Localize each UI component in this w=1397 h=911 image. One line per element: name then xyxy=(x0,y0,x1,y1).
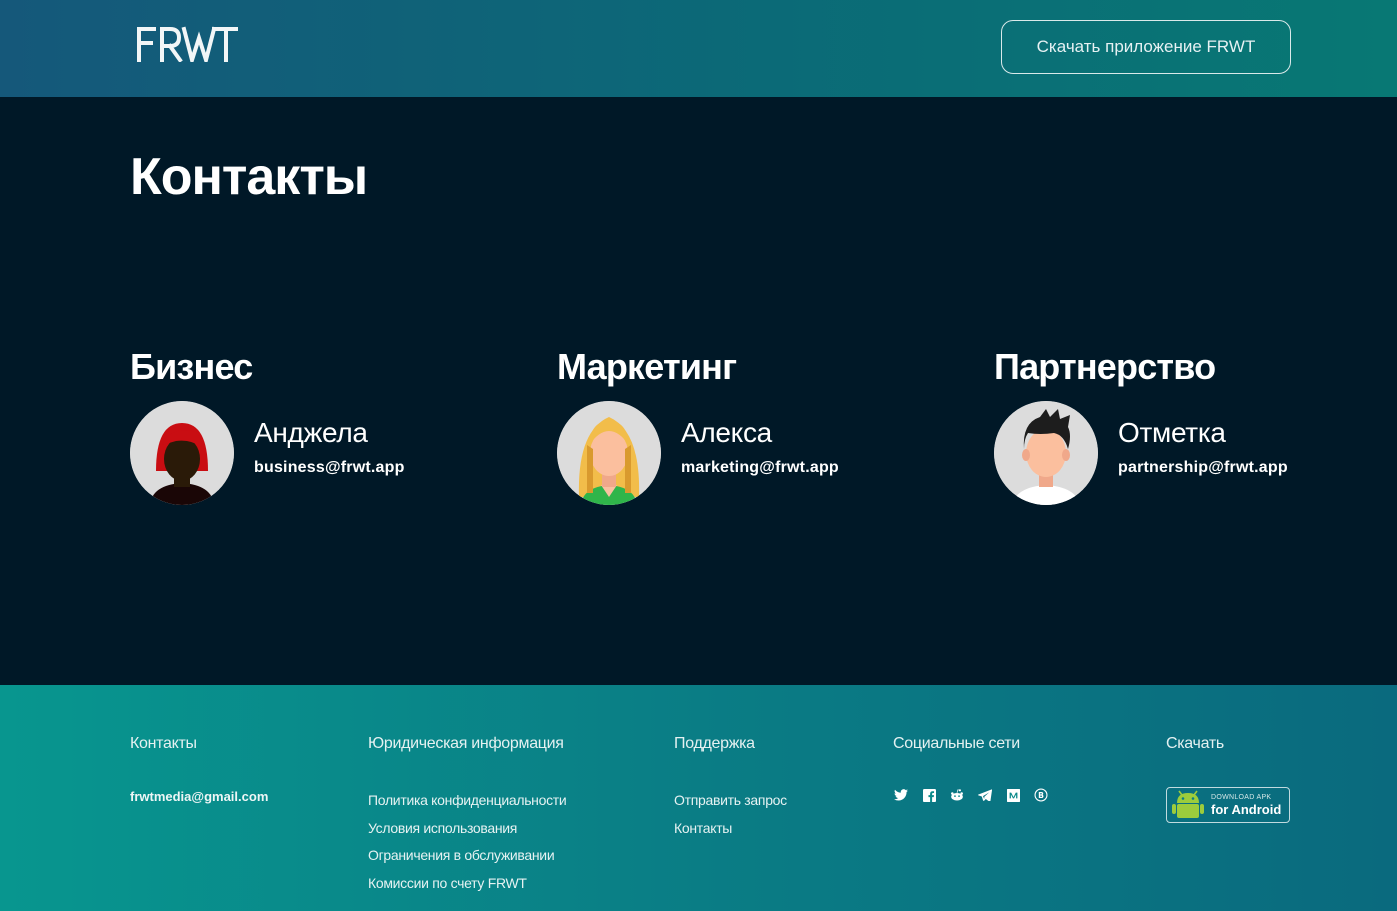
apk-big-label: for Android xyxy=(1211,802,1282,817)
woman-red-hair-avatar xyxy=(130,401,234,505)
section-title: Маркетинг xyxy=(557,346,737,387)
contact-name: Алекса xyxy=(681,417,772,448)
footer-heading: Поддержка xyxy=(674,735,755,752)
site-footer: Контакты frwtmedia@gmail.com Юридическая… xyxy=(0,685,1397,911)
page-title: Контакты xyxy=(130,148,368,206)
download-apk-button[interactable]: DOWNLOAD APK for Android xyxy=(1166,787,1290,823)
medium-icon[interactable] xyxy=(1005,787,1021,803)
facebook-icon[interactable] xyxy=(921,787,937,803)
footer-contacts-link[interactable]: Контакты xyxy=(674,815,787,843)
contact-email[interactable]: marketing@frwt.app xyxy=(681,459,839,477)
footer-legal-column: Юридическая информация Политика конфиден… xyxy=(368,735,567,898)
footer-download-column: Скачать DOWNLOAD APK for Android xyxy=(1166,735,1290,823)
download-app-button[interactable]: Скачать приложение FRWT xyxy=(1001,20,1291,74)
man-dark-hair-avatar xyxy=(994,401,1098,505)
twitter-icon[interactable] xyxy=(893,787,909,803)
footer-contacts-column: Контакты frwtmedia@gmail.com xyxy=(130,735,268,804)
android-icon xyxy=(1172,790,1204,818)
contact-name: Отметка xyxy=(1118,417,1226,448)
apk-small-label: DOWNLOAD APK xyxy=(1211,794,1272,801)
site-header: Скачать приложение FRWT xyxy=(0,0,1397,97)
frwt-logo[interactable] xyxy=(136,26,238,62)
account-fees-link[interactable]: Комиссии по счету FRWT xyxy=(368,870,566,898)
footer-social-column: Социальные сети B xyxy=(893,735,1049,803)
footer-heading: Скачать xyxy=(1166,735,1224,752)
footer-heading: Социальные сети xyxy=(893,735,1020,752)
svg-text:B: B xyxy=(1038,791,1044,800)
submit-request-link[interactable]: Отправить запрос xyxy=(674,787,787,815)
footer-heading: Юридическая информация xyxy=(368,735,564,752)
section-title: Бизнес xyxy=(130,346,253,387)
contacts-main: Контакты Бизнес Анджела business@frwt.ap… xyxy=(0,97,1397,685)
telegram-icon[interactable] xyxy=(977,787,993,803)
bitcoin-icon[interactable]: B xyxy=(1033,787,1049,803)
reddit-icon[interactable] xyxy=(949,787,965,803)
service-restrictions-link[interactable]: Ограничения в обслуживании xyxy=(368,842,566,870)
contact-card-business: Бизнес Анджела business@frwt.app xyxy=(130,346,404,505)
woman-blonde-avatar xyxy=(557,401,661,505)
contact-email[interactable]: partnership@frwt.app xyxy=(1118,459,1288,477)
footer-email-link[interactable]: frwtmedia@gmail.com xyxy=(130,789,268,804)
contact-card-marketing: Маркетинг Алекса marketing@frwt.app xyxy=(557,346,839,505)
contact-card-partnership: Партнерство Отметка partnership@frwt.app xyxy=(994,346,1288,505)
footer-heading: Контакты xyxy=(130,735,197,752)
footer-support-column: Поддержка Отправить запрос Контакты xyxy=(674,735,787,842)
contact-email[interactable]: business@frwt.app xyxy=(254,459,405,477)
terms-of-use-link[interactable]: Условия использования xyxy=(368,815,566,843)
privacy-policy-link[interactable]: Политика конфиденциальности xyxy=(368,787,567,815)
section-title: Партнерство xyxy=(994,346,1216,387)
contact-name: Анджела xyxy=(254,417,368,448)
